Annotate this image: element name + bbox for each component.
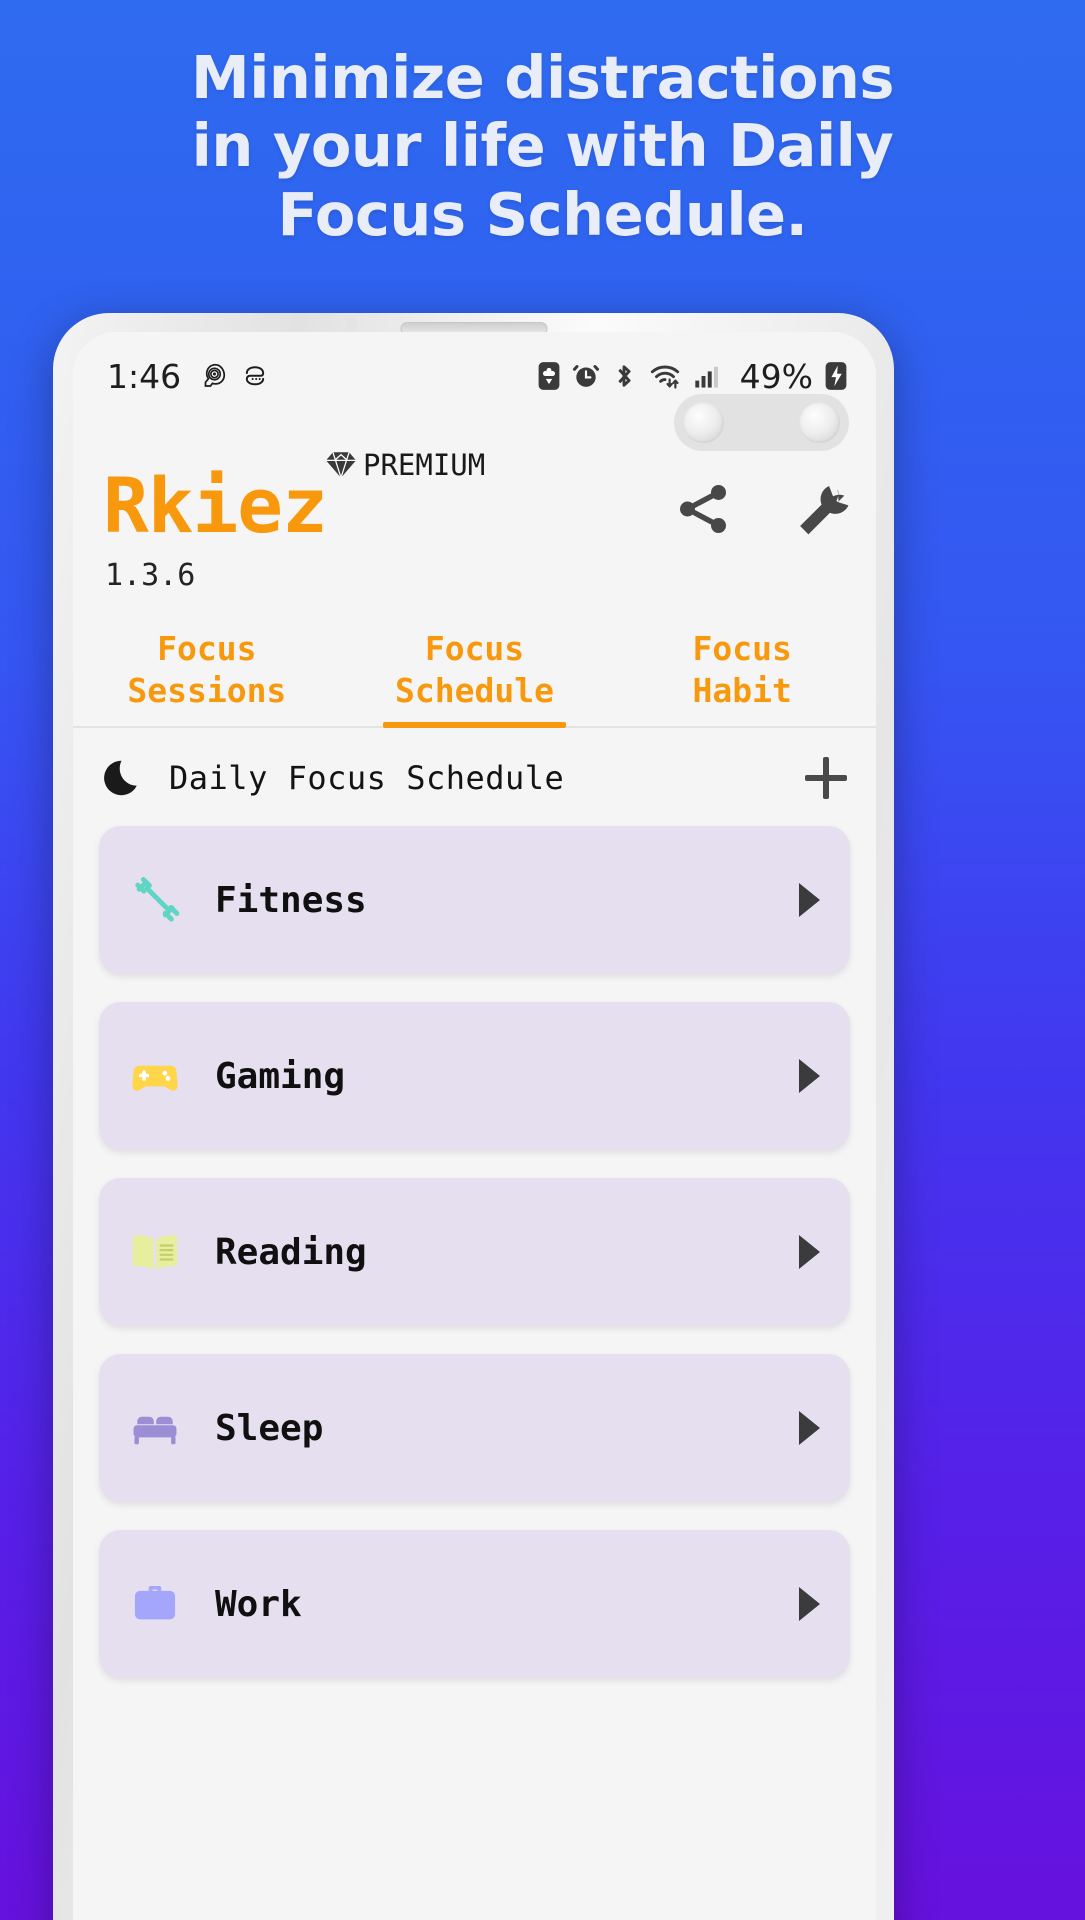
phone-frame: 1:46 49% PREMIUM Rkiez 1.3.6 Focus Sessi… (53, 313, 894, 1920)
status-bar-clock: 1:46 (107, 356, 182, 396)
status-bar: 1:46 49% (73, 354, 876, 398)
schedule-row-sleep[interactable]: Sleep (99, 1354, 850, 1502)
schedule-row-label: Gaming (215, 1055, 346, 1097)
battery-saver-icon (538, 362, 560, 390)
wrench-icon[interactable] (788, 478, 850, 540)
tab-focus-schedule-line2: Schedule (395, 670, 554, 710)
do-not-disturb-icon (245, 366, 265, 386)
app-version-label: 1.3.6 (105, 558, 196, 593)
schedule-row-fitness[interactable]: Fitness (99, 826, 850, 974)
status-bar-notifications (198, 361, 269, 391)
share-icon[interactable] (672, 478, 734, 540)
app-brand-title: Rkiez (103, 461, 328, 550)
schedule-list: Fitness Gaming Reading Sleep Work (73, 826, 876, 1920)
premium-badge: PREMIUM (323, 448, 485, 482)
diamond-icon (326, 452, 356, 478)
battery-charging-icon (825, 362, 847, 390)
header-actions (672, 478, 850, 540)
bed-icon (127, 1400, 183, 1456)
alarm-icon (572, 365, 599, 387)
camera-lens-right (799, 402, 840, 443)
bluetooth-icon (617, 365, 631, 387)
phone-screen: 1:46 49% PREMIUM Rkiez 1.3.6 Focus Sessi… (73, 332, 876, 1920)
gamepad-icon (127, 1048, 183, 1104)
tab-focus-schedule[interactable]: Focus Schedule (341, 624, 609, 728)
chevron-right-icon (799, 1235, 820, 1269)
status-bar-system-icons: 49% (537, 357, 848, 396)
promo-headline: Minimize distractions in your life with … (0, 43, 1085, 249)
promo-screenshot: Minimize distractions in your life with … (0, 0, 1085, 1920)
tab-focus-schedule-line1: Focus (424, 629, 525, 668)
focus-mode-icon (204, 363, 226, 387)
schedule-row-reading[interactable]: Reading (99, 1178, 850, 1326)
cellular-signal-icon (694, 366, 718, 388)
tab-focus-sessions-line2: Sessions (127, 670, 287, 710)
section-header: Daily Focus Schedule (73, 730, 876, 826)
phone-bezel: 1:46 49% PREMIUM Rkiez 1.3.6 Focus Sessi… (73, 332, 876, 1920)
camera-sensor (752, 413, 771, 432)
tab-focus-sessions-line1: Focus (157, 629, 257, 668)
crescent-moon-icon (104, 760, 137, 796)
briefcase-icon (127, 1576, 183, 1632)
tab-focus-habit-line2: Habit (692, 670, 792, 710)
app-header: PREMIUM Rkiez 1.3.6 (73, 440, 876, 600)
chevron-right-icon (799, 1411, 820, 1445)
headline-line-3: Focus Schedule. (277, 179, 808, 249)
schedule-row-label: Work (215, 1583, 302, 1625)
premium-label: PREMIUM (363, 448, 486, 482)
chevron-right-icon (799, 883, 820, 917)
add-schedule-button[interactable] (800, 752, 852, 804)
schedule-row-label: Sleep (215, 1407, 324, 1449)
schedule-row-work[interactable]: Work (99, 1530, 850, 1678)
battery-percent-label: 49% (739, 356, 813, 396)
section-title: Daily Focus Schedule (169, 759, 565, 797)
chevron-right-icon (799, 1587, 820, 1621)
tab-focus-habit-line1: Focus (692, 629, 792, 668)
schedule-row-label: Reading (215, 1231, 367, 1273)
camera-lens-left (683, 402, 724, 443)
dumbbell-icon (127, 872, 183, 928)
tab-bar: Focus Sessions Focus Schedule Focus Habi… (73, 624, 876, 728)
headline-line-2: in your life with Daily (191, 111, 894, 181)
proximity-sensor (345, 318, 357, 332)
wifi-icon (650, 365, 679, 389)
tab-focus-habit[interactable]: Focus Habit (608, 624, 876, 726)
schedule-row-label: Fitness (215, 879, 367, 921)
headline-line-1: Minimize distractions (190, 43, 895, 112)
chevron-right-icon (799, 1059, 820, 1093)
schedule-row-gaming[interactable]: Gaming (99, 1002, 850, 1150)
tab-focus-sessions[interactable]: Focus Sessions (73, 624, 341, 726)
open-book-icon (127, 1224, 183, 1280)
